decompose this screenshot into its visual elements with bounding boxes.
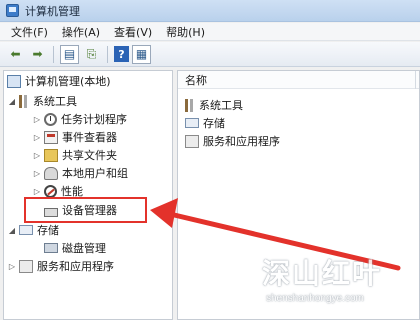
menu-file[interactable]: 文件(F) bbox=[4, 24, 55, 40]
tree-item-label: 服务和应用程序 bbox=[37, 260, 114, 273]
watermark-url: shenshanhongye.com bbox=[266, 293, 364, 304]
users-icon bbox=[44, 166, 58, 180]
tree-item-label: 本地用户和组 bbox=[62, 167, 128, 180]
list-item[interactable]: 存储 bbox=[185, 114, 225, 132]
list-item-label: 服务和应用程序 bbox=[203, 135, 280, 148]
expand-arrow-icon[interactable]: ▷ bbox=[32, 151, 42, 160]
tree-item-label: 存储 bbox=[37, 224, 59, 237]
title-bar: 计算机管理 bbox=[0, 0, 420, 22]
forward-arrow-icon[interactable]: ➡ bbox=[28, 45, 47, 64]
show-hide-console-tree-icon[interactable]: ▤ bbox=[60, 44, 79, 64]
list-item[interactable]: 系统工具 bbox=[185, 96, 243, 114]
column-divider[interactable] bbox=[415, 71, 416, 89]
column-header-label: 名称 bbox=[185, 73, 207, 87]
watermark: 深山红叶 shenshanhongye.com bbox=[262, 252, 412, 312]
watermark-text: 深山红叶 bbox=[262, 257, 383, 290]
tree-item-disk-management[interactable]: 磁盘管理 bbox=[44, 239, 106, 257]
console-tree: 计算机管理(本地) ◢ 系统工具 ▷ 任务计划程序 ▷ 事件查看器 ▷ 共享文件… bbox=[3, 70, 173, 320]
window-title: 计算机管理 bbox=[25, 4, 80, 18]
menu-view[interactable]: 查看(V) bbox=[107, 24, 159, 40]
tree-item-label: 任务计划程序 bbox=[61, 113, 127, 126]
shared-folder-icon bbox=[44, 148, 58, 162]
tools-icon bbox=[185, 98, 195, 112]
toolbar-divider bbox=[107, 45, 108, 63]
storage-icon bbox=[185, 118, 199, 128]
collapse-arrow-icon[interactable]: ◢ bbox=[7, 226, 17, 235]
menu-action[interactable]: 操作(A) bbox=[55, 24, 107, 40]
tree-item-storage[interactable]: ◢ 存储 bbox=[7, 221, 59, 239]
performance-icon bbox=[44, 184, 57, 198]
tree-item-root[interactable]: 计算机管理(本地) bbox=[7, 72, 111, 90]
help-icon[interactable]: ? bbox=[114, 46, 129, 62]
toolbar-divider bbox=[53, 45, 54, 63]
tree-item-task-scheduler[interactable]: ▷ 任务计划程序 bbox=[32, 110, 127, 128]
expand-arrow-icon[interactable]: ▷ bbox=[32, 169, 42, 178]
tree-item-label: 计算机管理(本地) bbox=[25, 75, 111, 88]
computer-icon bbox=[7, 74, 21, 88]
services-icon bbox=[19, 259, 33, 273]
tools-icon bbox=[19, 94, 29, 108]
tree-item-services-apps[interactable]: ▷ 服务和应用程序 bbox=[7, 257, 114, 275]
menu-bar: 文件(F) 操作(A) 查看(V) 帮助(H) bbox=[0, 23, 420, 41]
event-viewer-icon bbox=[44, 130, 58, 144]
collapse-arrow-icon[interactable]: ◢ bbox=[7, 97, 17, 106]
tree-item-system-tools[interactable]: ◢ 系统工具 bbox=[7, 92, 77, 110]
export-list-icon[interactable]: ⎘ bbox=[82, 45, 101, 64]
computer-management-icon bbox=[6, 4, 19, 17]
expand-arrow-icon[interactable]: ▷ bbox=[32, 187, 42, 196]
disk-icon bbox=[44, 243, 58, 253]
services-icon bbox=[185, 134, 199, 148]
expand-arrow-icon[interactable]: ▷ bbox=[7, 262, 17, 271]
tree-item-local-users[interactable]: ▷ 本地用户和组 bbox=[32, 164, 128, 182]
list-item-label: 系统工具 bbox=[199, 99, 243, 112]
tree-item-label: 事件查看器 bbox=[62, 131, 117, 144]
tree-item-label: 系统工具 bbox=[33, 95, 77, 108]
column-header-name[interactable]: 名称 bbox=[178, 71, 419, 89]
tree-item-label: 共享文件夹 bbox=[62, 149, 117, 162]
expand-arrow-icon[interactable]: ▷ bbox=[32, 115, 42, 124]
list-item-label: 存储 bbox=[203, 117, 225, 130]
storage-icon bbox=[19, 225, 33, 235]
toolbar: ⬅ ➡ ▤ ⎘ ? ▦ bbox=[0, 42, 420, 67]
menu-help[interactable]: 帮助(H) bbox=[159, 24, 212, 40]
list-item[interactable]: 服务和应用程序 bbox=[185, 132, 280, 150]
show-action-pane-icon[interactable]: ▦ bbox=[132, 44, 151, 64]
tree-item-label: 磁盘管理 bbox=[62, 242, 106, 255]
expand-arrow-icon[interactable]: ▷ bbox=[32, 133, 42, 142]
tree-item-shared-folders[interactable]: ▷ 共享文件夹 bbox=[32, 146, 117, 164]
highlight-box bbox=[24, 197, 147, 223]
clock-icon bbox=[44, 112, 57, 126]
tree-item-event-viewer[interactable]: ▷ 事件查看器 bbox=[32, 128, 117, 146]
back-arrow-icon[interactable]: ⬅ bbox=[6, 45, 25, 64]
